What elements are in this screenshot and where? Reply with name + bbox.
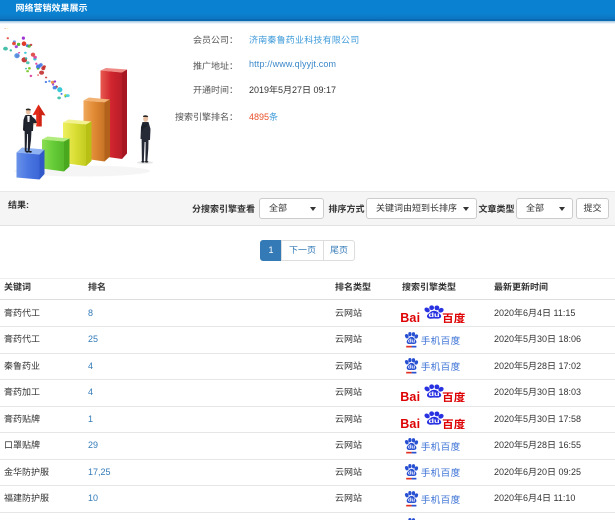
svg-text:百度: 百度 [442,416,466,429]
svg-text:百度: 百度 [442,310,466,323]
svg-text:手机百度: 手机百度 [421,333,461,347]
svg-text:Bai: Bai [400,390,420,402]
svg-text:du: du [408,471,416,477]
svg-text:手机百度: 手机百度 [421,439,461,453]
svg-text:du: du [408,365,416,371]
svg-text:手机百度: 手机百度 [421,465,461,479]
svg-text:Bai: Bai [400,311,420,323]
svg-text:du: du [408,445,416,451]
svg-text:du: du [408,339,416,345]
svg-text:du: du [428,390,439,397]
svg-text:du: du [428,311,439,318]
svg-text:du: du [428,417,439,424]
svg-text:手机百度: 手机百度 [421,492,461,506]
svg-text:百度: 百度 [442,389,466,402]
svg-text:Bai: Bai [400,417,420,429]
svg-text:du: du [408,498,416,504]
svg-text:手机百度: 手机百度 [421,359,461,373]
